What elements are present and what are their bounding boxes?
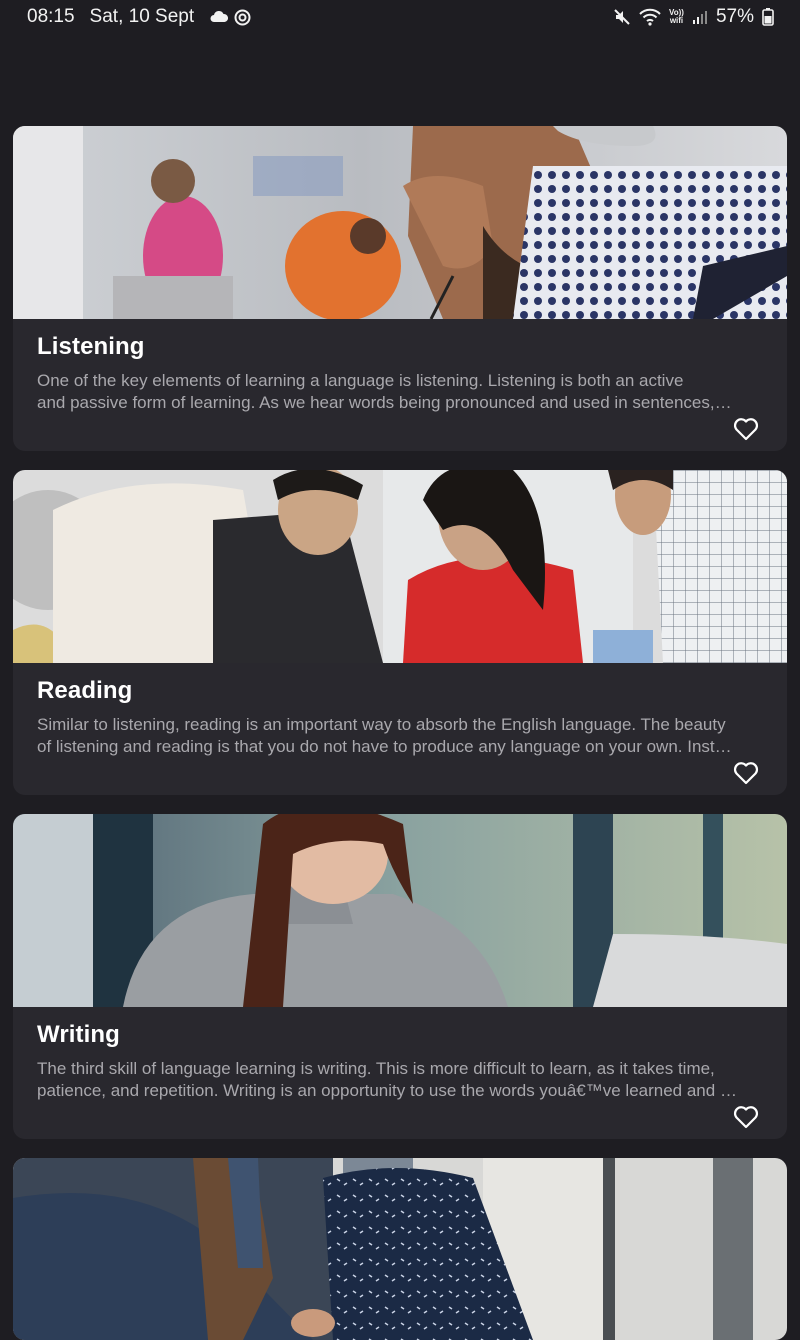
card-description-line2: and passive form of learning. As we hear… bbox=[37, 392, 732, 412]
card-description-line1: One of the key elements of learning a la… bbox=[37, 371, 684, 390]
vowifi-indicator: Vo)) wifi bbox=[669, 9, 684, 25]
card-image-listening bbox=[13, 126, 787, 319]
card-description-line2: patience, and repetition. Writing is an … bbox=[37, 1080, 737, 1100]
favorite-button[interactable] bbox=[733, 417, 759, 441]
mute-icon bbox=[614, 9, 630, 25]
favorite-button[interactable] bbox=[733, 761, 759, 785]
status-time: 08:15 bbox=[27, 6, 75, 27]
skill-card-4[interactable] bbox=[13, 1158, 787, 1340]
card-description: One of the key elements of learning a la… bbox=[37, 370, 767, 413]
status-left: 08:15 Sat, 10 Sept bbox=[27, 6, 251, 28]
handshake-photo bbox=[13, 1158, 787, 1340]
battery-percent: 57% bbox=[715, 6, 754, 27]
heart-outline-icon bbox=[733, 418, 759, 441]
status-right: Vo)) wifi 57% bbox=[613, 6, 774, 28]
favorite-button[interactable] bbox=[733, 1105, 759, 1129]
skill-card-reading[interactable]: Reading Similar to listening, reading is… bbox=[13, 470, 787, 795]
wifi-icon bbox=[639, 8, 661, 26]
woman-writing-photo bbox=[13, 814, 787, 1007]
card-description-line1: Similar to listening, reading is an impo… bbox=[37, 715, 726, 734]
card-image-writing bbox=[13, 814, 787, 1007]
card-title: Writing bbox=[37, 1021, 120, 1048]
man-with-headphones-photo bbox=[13, 126, 787, 319]
card-image-4 bbox=[13, 1158, 787, 1340]
card-description: Similar to listening, reading is an impo… bbox=[37, 714, 767, 757]
card-description: The third skill of language learning is … bbox=[37, 1058, 767, 1101]
card-image-reading bbox=[13, 470, 787, 663]
battery-icon bbox=[762, 8, 774, 26]
vowifi-line2: wifi bbox=[669, 16, 684, 25]
card-title: Reading bbox=[37, 677, 133, 704]
group-reading-photo bbox=[13, 470, 787, 663]
status-bar: 08:15 Sat, 10 Sept Vo)) wifi 57% bbox=[0, 0, 800, 34]
status-date: Sat, 10 Sept bbox=[89, 6, 195, 27]
cloud-icon bbox=[210, 10, 229, 22]
sync-icon bbox=[234, 9, 251, 25]
skill-card-writing[interactable]: Writing The third skill of language lear… bbox=[13, 814, 787, 1139]
card-description-line1: The third skill of language learning is … bbox=[37, 1059, 715, 1078]
signal-icon bbox=[692, 11, 707, 24]
card-description-line2: of listening and reading is that you do … bbox=[37, 736, 732, 756]
card-title: Listening bbox=[37, 333, 145, 360]
heart-outline-icon bbox=[733, 762, 759, 785]
heart-outline-icon bbox=[733, 1106, 759, 1129]
skill-card-listening[interactable]: Listening One of the key elements of lea… bbox=[13, 126, 787, 451]
